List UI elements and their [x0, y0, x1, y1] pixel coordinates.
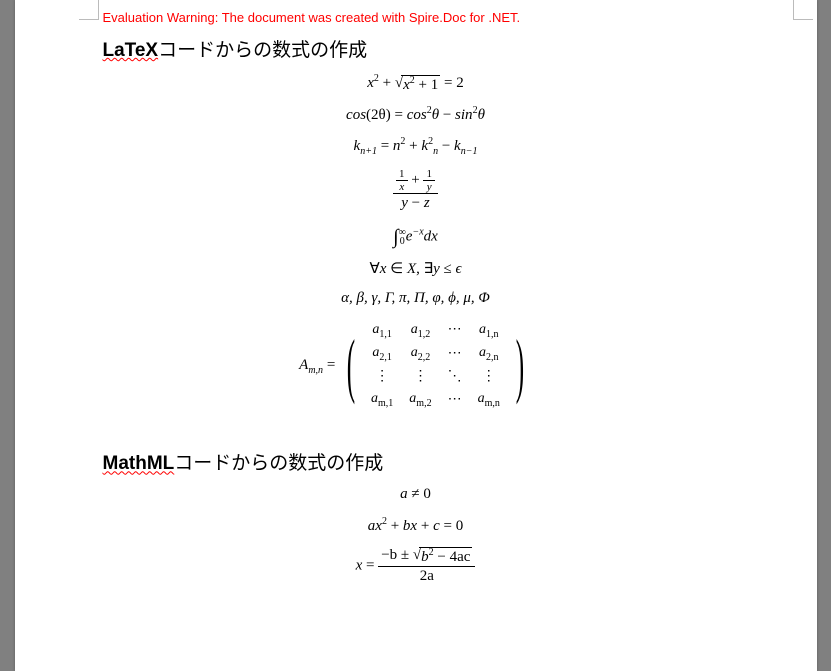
document-page: Evaluation Warning: The document was cre…: [15, 0, 817, 671]
quadratic-fraction: −b ± √b2 − 4ac 2a: [378, 546, 475, 586]
equation-m2: ax2 + bx + c = 0: [103, 515, 729, 537]
matrix-cell: am,1: [363, 388, 401, 412]
heading-latex-latin: LaTeX: [103, 40, 159, 61]
matrix-cell: a2,2: [401, 342, 439, 366]
matrix-cell: a2,n: [470, 342, 508, 366]
outer-fraction: 1x + 1y y − z: [393, 168, 438, 214]
matrix-body: a1,1a1,2⋯a1,na2,1a2,2⋯a2,n⋮⋮⋱⋮am,1am,2⋯a…: [363, 319, 508, 413]
equation-3: kn+1 = n2 + k2n − kn−1: [103, 135, 729, 158]
equation-6: ∀x ∈ X, ∃y ≤ ϵ: [103, 260, 729, 280]
equation-m1: a ≠ 0: [103, 485, 729, 505]
matrix-cell: a2,1: [363, 342, 401, 366]
matrix-cell: ⋮: [401, 366, 439, 388]
paren-left: (: [347, 329, 355, 401]
matrix-cell: ⋯: [440, 388, 470, 412]
heading-latex-jp: コードからの数式の作成: [158, 40, 367, 61]
matrix-cell: ⋯: [440, 319, 470, 343]
heading-latex: LaTeXコードからの数式の作成: [103, 35, 729, 62]
matrix-cell: ⋮: [363, 366, 401, 388]
equation-4: 1x + 1y y − z: [103, 168, 729, 214]
matrix-cell: ⋱: [440, 366, 470, 388]
heading-mathml: MathMLコードからの数式の作成: [103, 448, 729, 475]
matrix-cell: a1,2: [401, 319, 439, 343]
margin-mark-tl: [79, 0, 99, 20]
margin-mark-tr: [793, 0, 813, 20]
matrix-cell: am,2: [401, 388, 439, 412]
matrix-cell: ⋯: [440, 342, 470, 366]
equation-1: x2 + √x2 + 1 = 2: [103, 72, 729, 94]
sqrt-1: x2 + 1: [401, 75, 440, 93]
equation-5: ∫∞0e−xdx: [103, 224, 729, 250]
paren-right: ): [516, 329, 524, 401]
matrix-cell: a1,n: [470, 319, 508, 343]
matrix-cell: ⋮: [470, 366, 508, 388]
equation-8: Am,n = (a1,1a1,2⋯a1,na2,1a2,2⋯a2,n⋮⋮⋱⋮am…: [103, 319, 729, 413]
matrix-cell: am,n: [470, 388, 508, 412]
equation-2: cos(2θ) = cos2θ − sin2θ: [103, 104, 729, 126]
equation-7: α, β, γ, Γ, π, Π, φ, ϕ, μ, Φ: [103, 289, 729, 309]
heading-mathml-jp: コードからの数式の作成: [174, 453, 383, 474]
heading-mathml-latin: MathML: [103, 453, 175, 474]
evaluation-warning: Evaluation Warning: The document was cre…: [103, 10, 729, 25]
matrix-cell: a1,1: [363, 319, 401, 343]
equation-m3: x = −b ± √b2 − 4ac 2a: [103, 546, 729, 586]
